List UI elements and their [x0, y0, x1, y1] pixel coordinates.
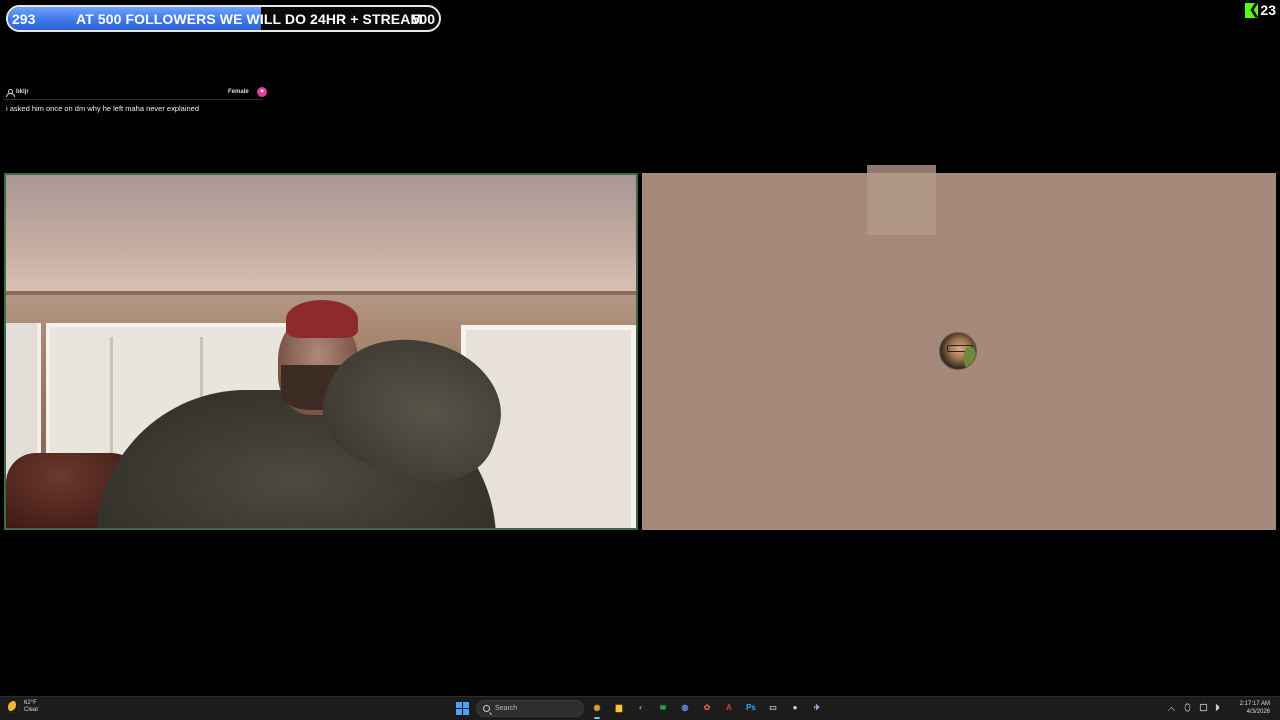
chat-divider: [4, 99, 262, 100]
clock-date: 4/3/2026: [1246, 709, 1270, 715]
photoshop-icon[interactable]: Ps: [744, 701, 758, 715]
search-icon: [483, 705, 490, 712]
follower-goal-bar: 293 AT 500 FOLLOWERS WE WILL DO 24HR + S…: [6, 5, 441, 32]
steam-icon[interactable]: ✈: [810, 701, 824, 715]
video-panel-left[interactable]: [4, 173, 638, 530]
network-icon[interactable]: [1199, 703, 1208, 712]
kick-logo-icon: [1245, 2, 1259, 18]
chat-gender-label: Female: [228, 89, 249, 95]
video-panel-right[interactable]: [642, 165, 1276, 530]
windows-taskbar: 62°F Clear Search ◉ ▆ ◐ ≋ ◍ ✿ A Ps ▭ ● ✈ 2:17:17 A…: [0, 696, 1280, 720]
taskbar-search-box[interactable]: Search: [476, 700, 584, 717]
app-red-icon[interactable]: ✿: [700, 701, 714, 715]
windows-start-icon[interactable]: [456, 702, 469, 715]
system-tray: [1167, 703, 1224, 715]
microphone-icon[interactable]: [1184, 703, 1191, 712]
webcam-person-cap: [286, 300, 358, 338]
volume-icon[interactable]: [1215, 703, 1223, 712]
discord-icon[interactable]: ◍: [678, 701, 692, 715]
taskbar-clock[interactable]: 2:17:17 AM 4/3/2026: [1240, 700, 1270, 716]
partner-avatar: [939, 332, 977, 370]
user-icon: [6, 88, 15, 97]
acrobat-icon[interactable]: A: [722, 701, 736, 715]
chrome-icon[interactable]: ◉: [590, 701, 604, 719]
video-thumbnail-ghost: [867, 165, 936, 235]
spotify-icon[interactable]: ≋: [656, 701, 670, 715]
obs-icon[interactable]: ●: [788, 701, 802, 715]
goal-description: AT 500 FOLLOWERS WE WILL DO 24HR + STREA…: [76, 11, 423, 27]
terminal-icon[interactable]: ▭: [766, 701, 780, 715]
goal-target-count: 500: [411, 11, 435, 27]
female-gender-icon: ♥: [257, 87, 267, 97]
chat-username: bkljr: [16, 89, 29, 95]
kick-viewer-badge: 23: [1245, 2, 1276, 18]
webcam-wall-edge: [6, 291, 636, 295]
weather-condition: Clear: [24, 707, 39, 713]
file-explorer-icon[interactable]: ▆: [612, 701, 626, 715]
weather-widget[interactable]: 62°F Clear: [8, 700, 38, 714]
viewer-count: 23: [1260, 2, 1276, 18]
chat-message: i asked him once on dm why he left maha …: [6, 104, 200, 113]
moon-icon: [8, 701, 20, 713]
search-placeholder: Search: [495, 705, 518, 712]
clock-time: 2:17:17 AM: [1239, 701, 1270, 707]
chat-header: bkljr Female ♥: [6, 86, 267, 98]
weather-temperature: 62°F: [24, 700, 37, 706]
edge-icon[interactable]: ◐: [634, 701, 648, 715]
goal-current-count: 293: [12, 11, 36, 27]
webcam-ceiling: [6, 175, 636, 293]
chevron-up-icon[interactable]: [1167, 706, 1176, 715]
